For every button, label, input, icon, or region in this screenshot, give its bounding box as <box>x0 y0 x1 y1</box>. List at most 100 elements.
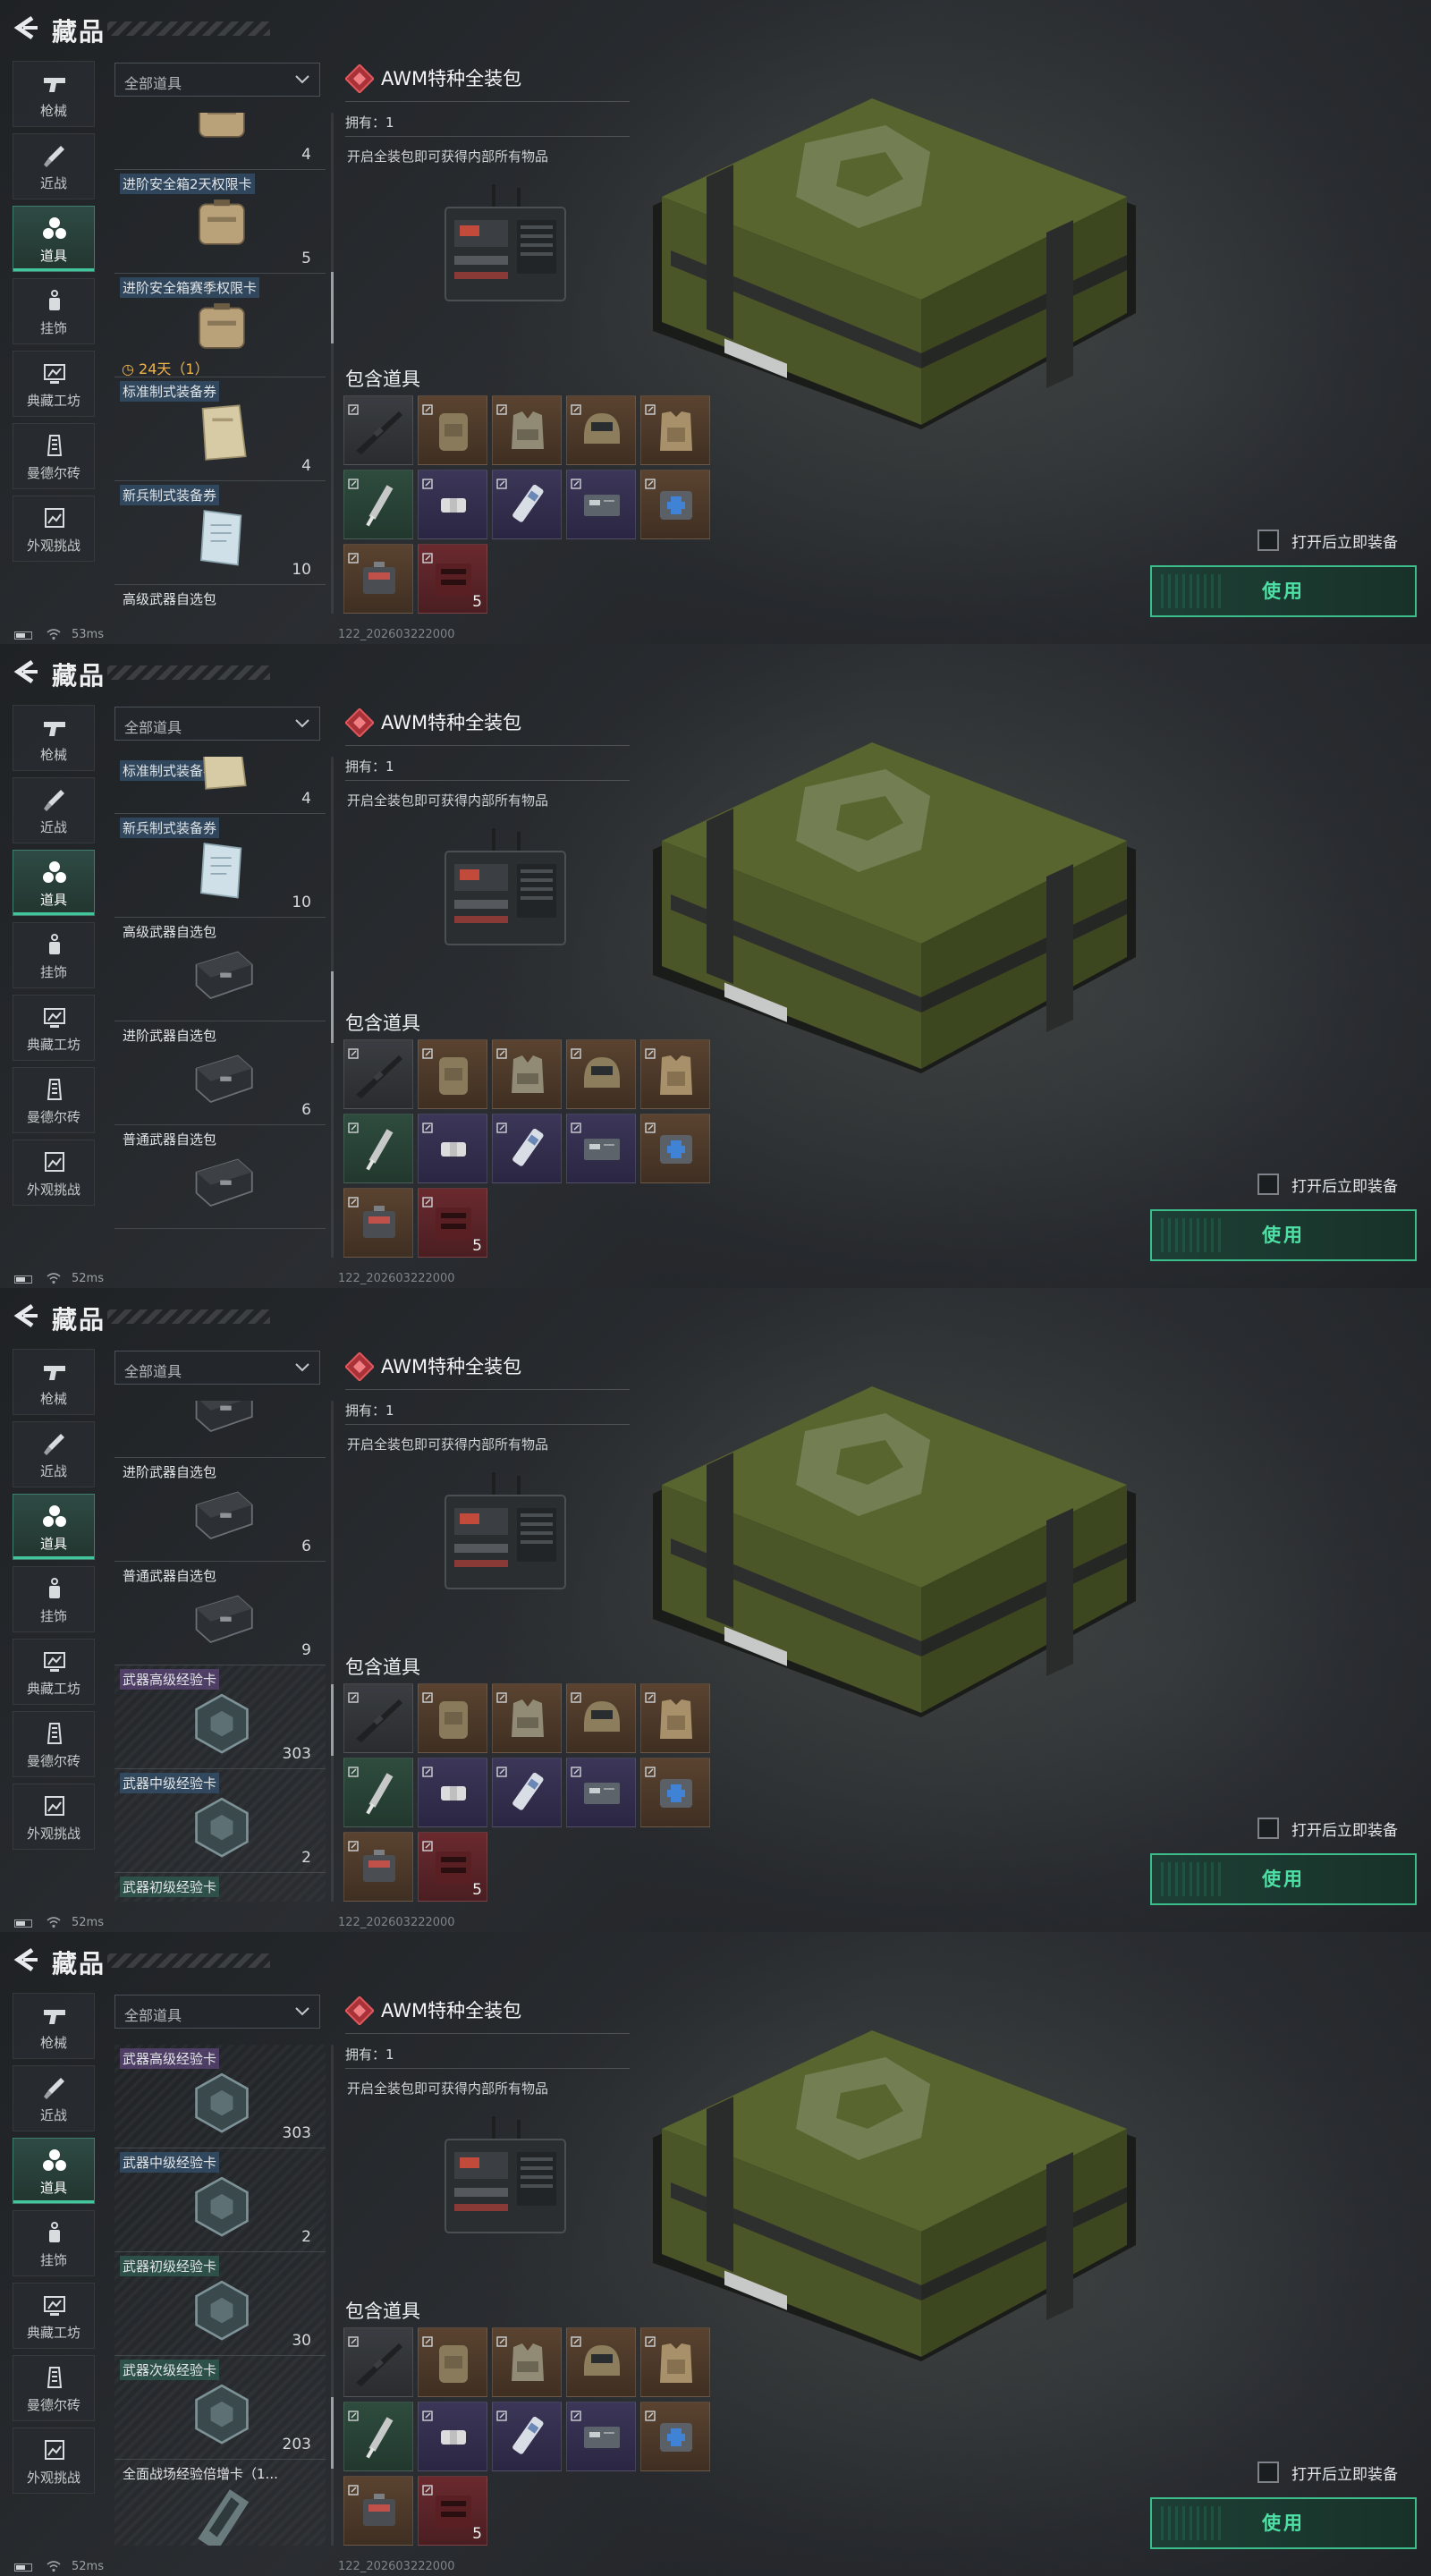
list-item[interactable]: 全面战场经验倍增卡（1... <box>114 2460 326 2546</box>
list-item[interactable]: 武器初级经验卡 <box>114 1873 326 1902</box>
list-item[interactable] <box>114 1401 326 1458</box>
category-filter-dropdown[interactable]: 全部道具 <box>114 707 320 741</box>
content-item-slot[interactable] <box>343 2476 413 2546</box>
use-button[interactable]: 使用 <box>1150 1853 1417 1905</box>
nav-item-gun[interactable]: 枪械 <box>13 61 95 127</box>
content-item-slot[interactable] <box>566 2402 636 2471</box>
scrollbar-thumb[interactable] <box>331 271 334 343</box>
content-item-slot[interactable] <box>492 1039 562 1109</box>
content-item-slot[interactable] <box>343 2402 413 2471</box>
nav-item-workshop[interactable]: 典藏工坊 <box>13 2283 95 2349</box>
content-item-slot[interactable]: 5 <box>418 544 487 614</box>
content-item-slot[interactable] <box>418 2327 487 2397</box>
list-item[interactable]: 标准制式装备券 4 <box>114 377 326 481</box>
nav-item-challenge[interactable]: 外观挑战 <box>13 496 95 562</box>
nav-item-items[interactable]: 道具 <box>13 2138 95 2204</box>
content-item-slot[interactable] <box>492 1683 562 1753</box>
scrollbar-thumb[interactable] <box>331 971 334 1043</box>
content-item-slot[interactable] <box>640 1758 710 1827</box>
content-item-slot[interactable]: 5 <box>418 1832 487 1902</box>
content-item-slot[interactable] <box>343 1114 413 1183</box>
back-arrow-icon[interactable] <box>13 658 39 685</box>
content-item-slot[interactable] <box>343 544 413 614</box>
content-item-slot[interactable] <box>343 470 413 539</box>
content-item-slot[interactable] <box>418 1039 487 1109</box>
content-item-slot[interactable] <box>418 395 487 465</box>
nav-item-items[interactable]: 道具 <box>13 1494 95 1560</box>
category-filter-dropdown[interactable]: 全部道具 <box>114 63 320 97</box>
nav-item-charm[interactable]: 挂饰 <box>13 278 95 344</box>
content-item-slot[interactable] <box>418 470 487 539</box>
content-item-slot[interactable] <box>640 1114 710 1183</box>
list-item[interactable]: 普通武器自选包 9 <box>114 1562 326 1665</box>
content-item-slot[interactable] <box>343 1683 413 1753</box>
list-item[interactable]: 进阶安全箱赛季权限卡 ◷ 24天（1） <box>114 274 326 377</box>
list-scrollbar[interactable] <box>331 113 334 614</box>
content-item-slot[interactable] <box>492 470 562 539</box>
content-item-slot[interactable] <box>566 1758 636 1827</box>
nav-item-challenge[interactable]: 外观挑战 <box>13 1140 95 1206</box>
content-item-slot[interactable] <box>492 2327 562 2397</box>
content-item-slot[interactable] <box>492 395 562 465</box>
nav-item-items[interactable]: 道具 <box>13 206 95 272</box>
scrollbar-thumb[interactable] <box>331 1683 334 1756</box>
list-item[interactable]: 标准制式装备券 4 <box>114 757 326 814</box>
list-scrollbar[interactable] <box>331 1401 334 1902</box>
list-item[interactable]: 普通武器自选包 <box>114 1125 326 1229</box>
content-item-slot[interactable] <box>343 1188 413 1258</box>
content-item-slot[interactable] <box>343 2327 413 2397</box>
list-item[interactable]: 高级武器自选包 <box>114 585 326 614</box>
content-item-slot[interactable] <box>640 470 710 539</box>
back-arrow-icon[interactable] <box>13 1946 39 1973</box>
auto-equip-checkbox[interactable] <box>1257 1174 1279 1195</box>
list-item[interactable]: 新兵制式装备券 10 <box>114 481 326 585</box>
content-item-slot[interactable] <box>418 1758 487 1827</box>
auto-equip-checkbox[interactable] <box>1257 1818 1279 1839</box>
auto-equip-checkbox[interactable] <box>1257 530 1279 551</box>
auto-equip-checkbox[interactable] <box>1257 2462 1279 2483</box>
list-item[interactable]: 武器次级经验卡 203 <box>114 2356 326 2460</box>
content-item-slot[interactable] <box>492 1114 562 1183</box>
nav-item-gun[interactable]: 枪械 <box>13 1993 95 2059</box>
back-arrow-icon[interactable] <box>13 14 39 41</box>
nav-item-knife[interactable]: 近战 <box>13 133 95 199</box>
nav-item-workshop[interactable]: 典藏工坊 <box>13 995 95 1061</box>
content-item-slot[interactable] <box>492 2402 562 2471</box>
use-button[interactable]: 使用 <box>1150 565 1417 617</box>
content-item-slot[interactable] <box>566 1114 636 1183</box>
content-item-slot[interactable] <box>343 1758 413 1827</box>
nav-item-brick[interactable]: 曼德尔砖 <box>13 2355 95 2421</box>
nav-item-challenge[interactable]: 外观挑战 <box>13 2428 95 2494</box>
nav-item-items[interactable]: 道具 <box>13 850 95 916</box>
nav-item-challenge[interactable]: 外观挑战 <box>13 1784 95 1850</box>
nav-item-workshop[interactable]: 典藏工坊 <box>13 351 95 417</box>
list-item[interactable]: 新兵制式装备券 10 <box>114 814 326 918</box>
use-button[interactable]: 使用 <box>1150 2497 1417 2549</box>
nav-item-brick[interactable]: 曼德尔砖 <box>13 423 95 489</box>
scrollbar-thumb[interactable] <box>331 2396 334 2469</box>
back-arrow-icon[interactable] <box>13 1302 39 1329</box>
nav-item-knife[interactable]: 近战 <box>13 1421 95 1487</box>
nav-item-gun[interactable]: 枪械 <box>13 705 95 771</box>
list-item[interactable]: 武器中级经验卡 2 <box>114 1769 326 1873</box>
list-item[interactable]: 4 <box>114 113 326 170</box>
list-item[interactable]: 武器初级经验卡 30 <box>114 2252 326 2356</box>
nav-item-brick[interactable]: 曼德尔砖 <box>13 1711 95 1777</box>
list-item[interactable]: 武器高级经验卡 303 <box>114 2045 326 2148</box>
list-scrollbar[interactable] <box>331 2045 334 2546</box>
nav-item-brick[interactable]: 曼德尔砖 <box>13 1067 95 1133</box>
content-item-slot[interactable] <box>492 1758 562 1827</box>
nav-item-workshop[interactable]: 典藏工坊 <box>13 1639 95 1705</box>
list-item[interactable]: 高级武器自选包 <box>114 918 326 1021</box>
content-item-slot[interactable] <box>343 1039 413 1109</box>
content-item-slot[interactable] <box>418 2402 487 2471</box>
content-item-slot[interactable]: 5 <box>418 2476 487 2546</box>
list-item[interactable]: 进阶武器自选包 6 <box>114 1021 326 1125</box>
content-item-slot[interactable] <box>566 470 636 539</box>
nav-item-gun[interactable]: 枪械 <box>13 1349 95 1415</box>
content-item-slot[interactable] <box>343 1832 413 1902</box>
nav-item-knife[interactable]: 近战 <box>13 777 95 843</box>
category-filter-dropdown[interactable]: 全部道具 <box>114 1351 320 1385</box>
nav-item-knife[interactable]: 近战 <box>13 2065 95 2131</box>
category-filter-dropdown[interactable]: 全部道具 <box>114 1995 320 2029</box>
